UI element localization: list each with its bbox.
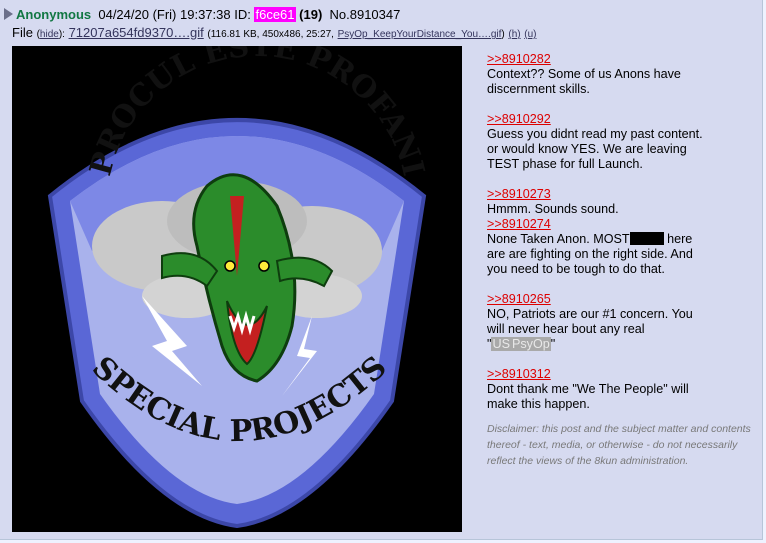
poster-id[interactable]: f6ce61 <box>254 7 296 22</box>
reply-block: >>8910274 None Taken Anon. MOST here are… <box>487 217 693 276</box>
poster-id-count: (19) <box>299 7 323 22</box>
reply-block: >>8910292 Guess you didnt read my past c… <box>487 112 703 171</box>
file-name-link[interactable]: 71207a654fd9370….gif <box>69 25 204 40</box>
reply-link[interactable]: >>8910273 <box>487 187 551 201</box>
post-id-label: ID: <box>234 7 251 22</box>
post-image[interactable]: PROCUL ESTE PROFANI SPECIAL PROJECTS <box>12 46 462 532</box>
post-intro: Anonymous 04/24/20 (Fri) 19:37:38 ID: f6… <box>4 6 400 24</box>
special-projects-patch-image: PROCUL ESTE PROFANI SPECIAL PROJECTS <box>47 46 431 529</box>
reply-link[interactable]: >>8910274 <box>487 217 551 231</box>
spoiler-text[interactable]: PsyOp <box>510 337 551 351</box>
reply-block: >>8910273 Hmmm. Sounds sound. <box>487 187 619 216</box>
reply-block: >>8910312 Dont thank me "We The People" … <box>487 367 689 411</box>
reply-link[interactable]: >>8910265 <box>487 292 551 306</box>
file-meta: (116.81 KB, 450x486, 25:27, <box>207 29 334 40</box>
file-label: File <box>12 25 33 40</box>
post-container: Anonymous 04/24/20 (Fri) 19:37:38 ID: f6… <box>0 0 763 540</box>
file-info: File (hide): 71207a654fd9370….gif (116.8… <box>12 25 537 40</box>
reply-link[interactable]: >>8910312 <box>487 367 551 381</box>
poster-name: Anonymous <box>16 7 92 22</box>
redaction-bar <box>629 232 664 245</box>
spoiler-text[interactable]: US <box>491 337 511 351</box>
post-date: 04/24/20 (Fri) 19:37:38 <box>98 7 231 22</box>
reply-block: >>8910282 Context?? Some of us Anons hav… <box>487 52 681 96</box>
file-u-link[interactable]: (u) <box>524 29 536 40</box>
post-number[interactable]: No.8910347 <box>330 7 401 22</box>
post-body: >>8910282 Context?? Some of us Anons hav… <box>487 52 757 484</box>
file-h-link[interactable]: (h) <box>508 29 520 40</box>
original-file-name-link[interactable]: PsyOp_KeepYourDistance_You….gif <box>338 29 502 40</box>
hide-file-link[interactable]: hide <box>40 29 59 40</box>
reply-block: >>8910265 NO, Patriots are our #1 concer… <box>487 292 693 351</box>
post-menu-triangle-icon[interactable] <box>4 8 13 20</box>
reply-link[interactable]: >>8910292 <box>487 112 551 126</box>
disclaimer: Disclaimer: this post and the subject ma… <box>487 423 751 467</box>
reply-link[interactable]: >>8910282 <box>487 52 551 66</box>
